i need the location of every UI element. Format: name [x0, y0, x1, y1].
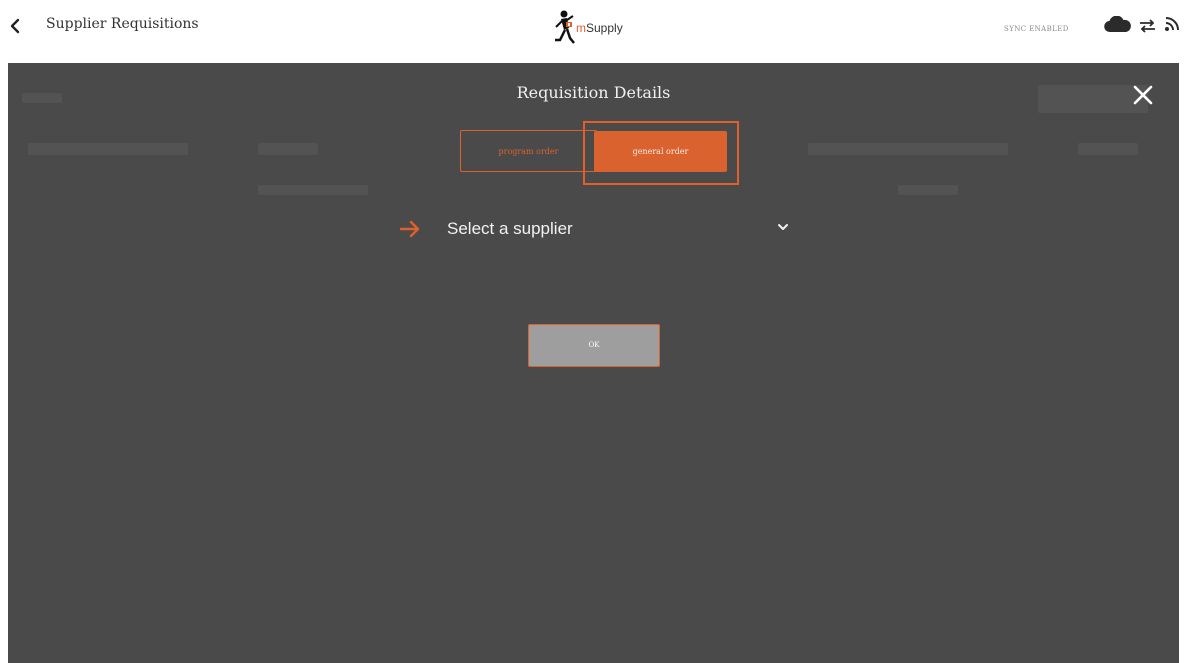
sync-icon[interactable]: [1139, 19, 1156, 33]
modal-title: Requisition Details: [516, 83, 671, 102]
background-ghost-content: [808, 143, 1008, 155]
ok-button[interactable]: OK: [528, 324, 660, 367]
cloud-icon[interactable]: [1104, 16, 1132, 33]
back-chevron-icon[interactable]: [8, 17, 24, 35]
page-title: Supplier Requisitions: [46, 16, 199, 32]
background-ghost-content: [258, 185, 368, 195]
logo-text: mSupply: [576, 21, 623, 35]
background-ghost-content: [258, 143, 318, 155]
msupply-logo: mSupply: [553, 9, 623, 47]
arrow-right-icon: [399, 220, 420, 238]
background-ghost-content: [28, 143, 188, 155]
tab-program-order[interactable]: program order: [460, 130, 597, 172]
supplier-select-placeholder: Select a supplier: [447, 219, 573, 238]
background-ghost-content: [898, 185, 958, 195]
selection-highlight-box: [583, 121, 739, 185]
requisition-details-modal: Requisition Details program order genera…: [8, 63, 1179, 663]
chevron-down-icon: [778, 224, 788, 230]
close-icon[interactable]: [1132, 84, 1154, 106]
running-figure-logo-icon: [555, 10, 575, 44]
top-bar: Supplier Requisitions mSupply SYNC ENABL…: [0, 0, 1192, 62]
feed-icon[interactable]: [1164, 15, 1181, 32]
background-ghost-content: [1078, 143, 1138, 155]
supplier-select[interactable]: Select a supplier: [447, 211, 792, 245]
sync-status-label: SYNC ENABLED: [1004, 25, 1069, 33]
